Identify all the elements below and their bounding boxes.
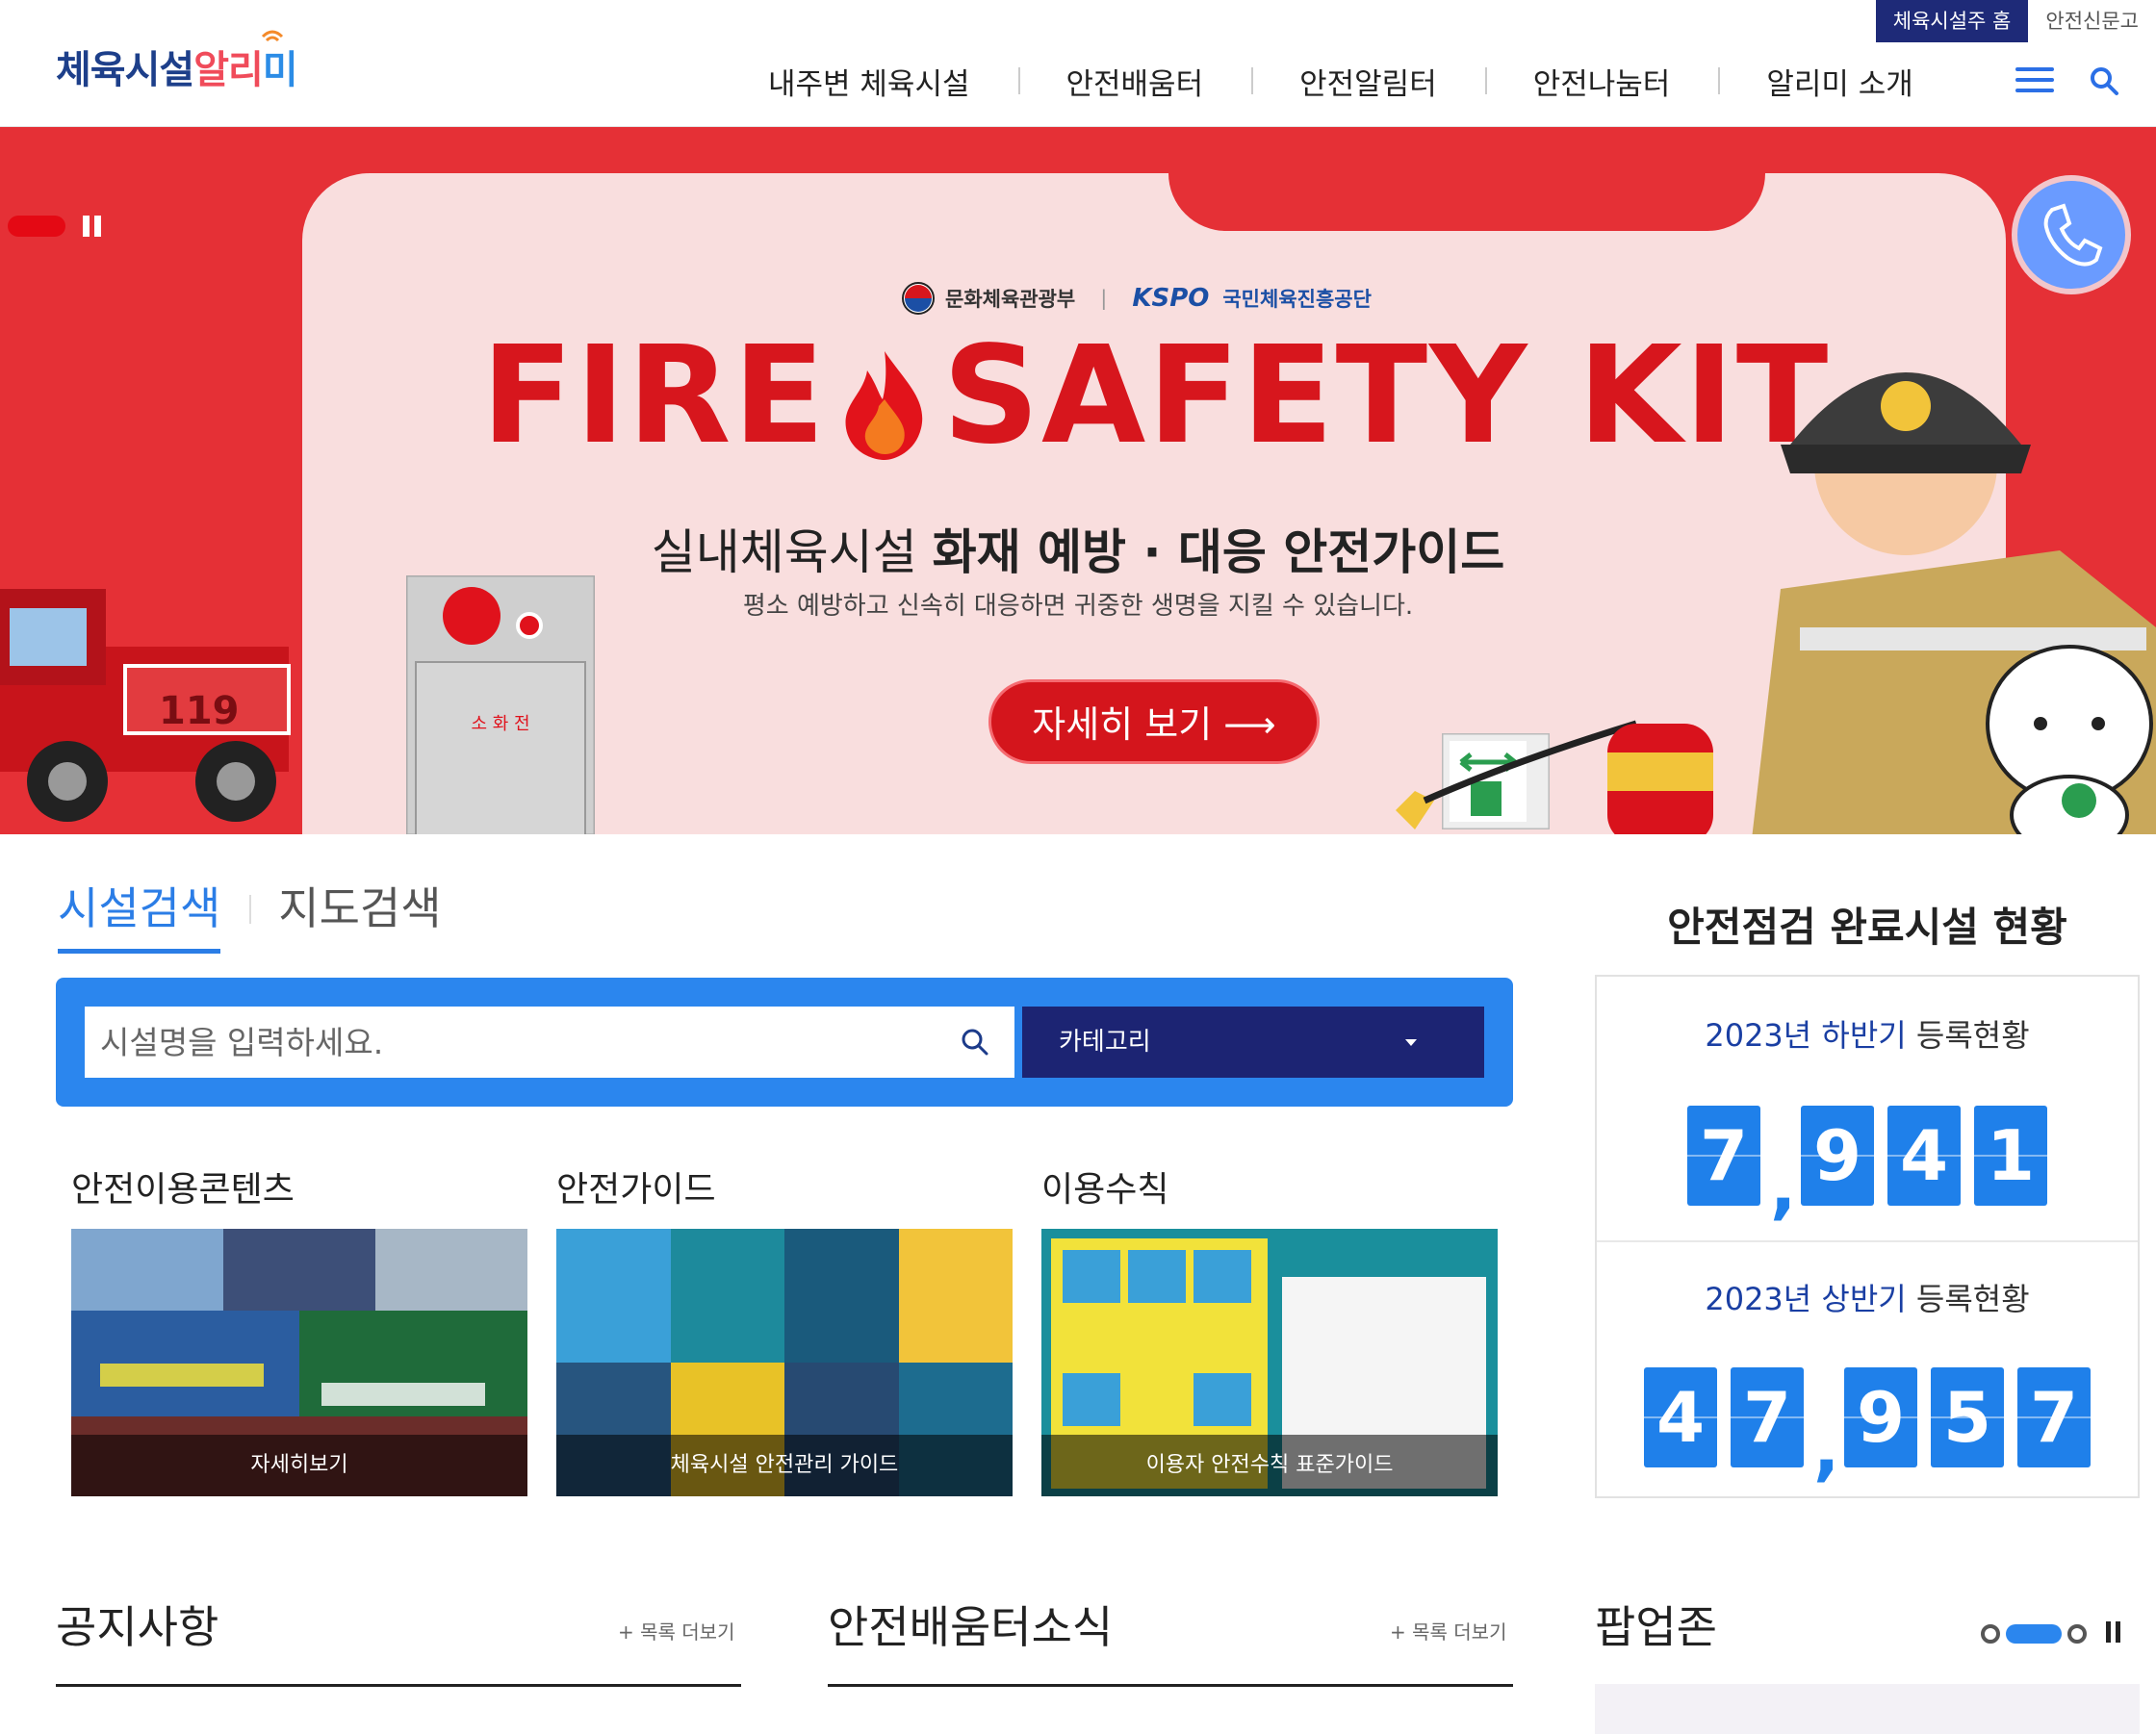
- popup-dot-3[interactable]: [2067, 1624, 2087, 1644]
- search-icon[interactable]: [2089, 65, 2119, 96]
- banner-detail-button[interactable]: 자세히 보기 ⟶: [988, 679, 1320, 764]
- banner-title: FIRE SAFETY KIT: [481, 329, 1830, 464]
- main-nav: 내주변 체육시설 안전배움터 안전알림터 안전나눔터 알리미 소개: [741, 60, 1962, 103]
- counter-digit: 4: [1644, 1367, 1717, 1467]
- banner-title-left: FIRE: [481, 318, 828, 474]
- safety-guide-thumbnail[interactable]: 체육시설 안전관리 가이드: [556, 1229, 1013, 1496]
- counter-digit: 4: [1887, 1106, 1961, 1206]
- usage-rules-caption: 이용자 안전수칙 표준가이드: [1041, 1435, 1498, 1496]
- inspection-status-panel: 2023년 하반기 등록현황 7 , 9 4 1 2023년 상반기 등록현황 …: [1595, 975, 2140, 1498]
- notice-more-link[interactable]: + 목록 더보기: [618, 1617, 734, 1645]
- status-divider: [1597, 1240, 2138, 1242]
- phone-call-button[interactable]: [2012, 175, 2131, 294]
- fire-extinguisher-illustration: [1396, 720, 1713, 834]
- h2-suffix: 등록현황: [1915, 1017, 2030, 1054]
- category-select[interactable]: 카테고리: [1022, 1007, 1484, 1078]
- counter-digit: 7: [1731, 1367, 1804, 1467]
- org-ministry: 문화체육관광부: [945, 288, 1076, 311]
- h1-counter: 4 7 , 9 5 7: [1597, 1367, 2138, 1489]
- counter-comma: ,: [1813, 1408, 1840, 1489]
- news-section-title: 안전배움터소식: [828, 1601, 1114, 1653]
- logo-text-part1: 체육시설: [56, 48, 194, 92]
- category-select-value: 카테고리: [1059, 1028, 1151, 1057]
- banner-subtitle-bold: 화재 예방 · 대응 안전가이드: [932, 524, 1505, 580]
- h2-year: 2023년 하반기: [1705, 1017, 1907, 1054]
- hydrant-label: 소 화 전: [471, 714, 529, 734]
- nav-item-about[interactable]: 알리미 소개: [1718, 60, 1961, 103]
- search-tabs: 시설검색 지도검색: [58, 874, 442, 954]
- banner-subtitle-light: 실내체육시설: [651, 524, 917, 580]
- government-emblem-icon: [902, 282, 935, 315]
- h1-year: 2023년 상반기: [1705, 1281, 1907, 1317]
- inspection-status-title: 안전점검 완료시설 현황: [1667, 904, 2067, 951]
- main-banner[interactable]: 119 소 화 전 문화체육관광부 | KSPO 국민체육진흥공단 FIRE S…: [0, 127, 2156, 834]
- card-notch: [1168, 173, 1765, 231]
- popup-dot-active[interactable]: [2006, 1624, 2062, 1644]
- counter-digit: 5: [1931, 1367, 2004, 1467]
- nav-item-safety-learning[interactable]: 안전배움터: [1017, 60, 1252, 103]
- banner-organizations: 문화체육관광부 | KSPO 국민체육진흥공단: [901, 281, 1372, 316]
- section-title-usage-rules: 이용수칙: [1041, 1170, 1169, 1210]
- safety-guide-caption: 체육시설 안전관리 가이드: [556, 1435, 1013, 1496]
- fire-truck-illustration: 119: [0, 589, 291, 822]
- tab-facility-search[interactable]: 시설검색: [58, 874, 221, 954]
- site-header: 체육시설알리미 체육시설주 홈 안전신문고 내주변 체육시설 안전배움터 안전알…: [0, 0, 2156, 127]
- utility-links: 체육시설주 홈 안전신문고: [1875, 0, 2156, 42]
- popup-zone-title: 팝업존: [1595, 1601, 1717, 1653]
- kspo-logo: KSPO: [1132, 284, 1210, 313]
- banner-pause-icon[interactable]: [83, 216, 106, 237]
- h1-status-label: 2023년 상반기 등록현황: [1597, 1275, 2138, 1319]
- counter-digit: 7: [1687, 1106, 1760, 1206]
- phone-icon: [2043, 203, 2103, 267]
- popup-pause-icon[interactable]: [2106, 1621, 2125, 1646]
- popup-dot-1[interactable]: [1981, 1624, 2000, 1644]
- nav-item-safety-notice[interactable]: 안전알림터: [1251, 60, 1485, 103]
- counter-comma: ,: [1770, 1146, 1797, 1227]
- search-submit-icon[interactable]: [961, 1028, 989, 1057]
- truck-number: 119: [159, 689, 240, 733]
- section-title-safety-guide: 안전가이드: [556, 1170, 716, 1210]
- safety-report-link[interactable]: 안전신문고: [2028, 0, 2156, 42]
- signal-wave-icon: [261, 30, 284, 42]
- counter-digit: 7: [2017, 1367, 2091, 1467]
- tiger-mascot-illustration: [1986, 645, 2153, 834]
- h1-suffix: 등록현황: [1915, 1281, 2030, 1317]
- usage-rules-thumbnail[interactable]: 이용자 안전수칙 표준가이드: [1041, 1229, 1498, 1496]
- counter-digit: 1: [1974, 1106, 2047, 1206]
- h2-counter: 7 , 9 4 1: [1597, 1106, 2138, 1227]
- logo-text-part2: 알리: [193, 48, 264, 92]
- nav-item-nearby-facilities[interactable]: 내주변 체육시설: [741, 60, 1018, 103]
- notice-section-title: 공지사항: [56, 1601, 219, 1653]
- notice-divider: [56, 1684, 741, 1687]
- popup-zone-banner[interactable]: [1595, 1684, 2140, 1734]
- news-more-link[interactable]: + 목록 더보기: [1390, 1617, 1506, 1645]
- nav-item-safety-sharing[interactable]: 안전나눔터: [1484, 60, 1719, 103]
- popup-zone-controls: [1981, 1621, 2125, 1646]
- news-divider: [828, 1684, 1513, 1687]
- facility-owner-home-link[interactable]: 체육시설주 홈: [1875, 0, 2029, 42]
- safety-content-caption: 자세히보기: [71, 1435, 527, 1496]
- counter-digit: 9: [1844, 1367, 1917, 1467]
- counter-digit: 9: [1801, 1106, 1874, 1206]
- dropdown-arrow-icon: [1405, 1039, 1417, 1046]
- flame-icon: [845, 351, 923, 461]
- tab-map-search[interactable]: 지도검색: [249, 874, 442, 949]
- search-bar: 카테고리: [56, 978, 1513, 1107]
- org-kspo: 국민체육진흥공단: [1222, 288, 1372, 311]
- hamburger-menu-icon[interactable]: [2015, 67, 2054, 96]
- safety-content-thumbnail[interactable]: 자세히보기: [71, 1229, 527, 1496]
- banner-slide-indicator[interactable]: [8, 216, 65, 237]
- section-title-safety-content: 안전이용콘텐츠: [71, 1170, 295, 1210]
- logo-text-part3: 미: [262, 48, 298, 92]
- facility-search-input[interactable]: [85, 1007, 1014, 1078]
- h2-status-label: 2023년 하반기 등록현황: [1597, 1011, 2138, 1056]
